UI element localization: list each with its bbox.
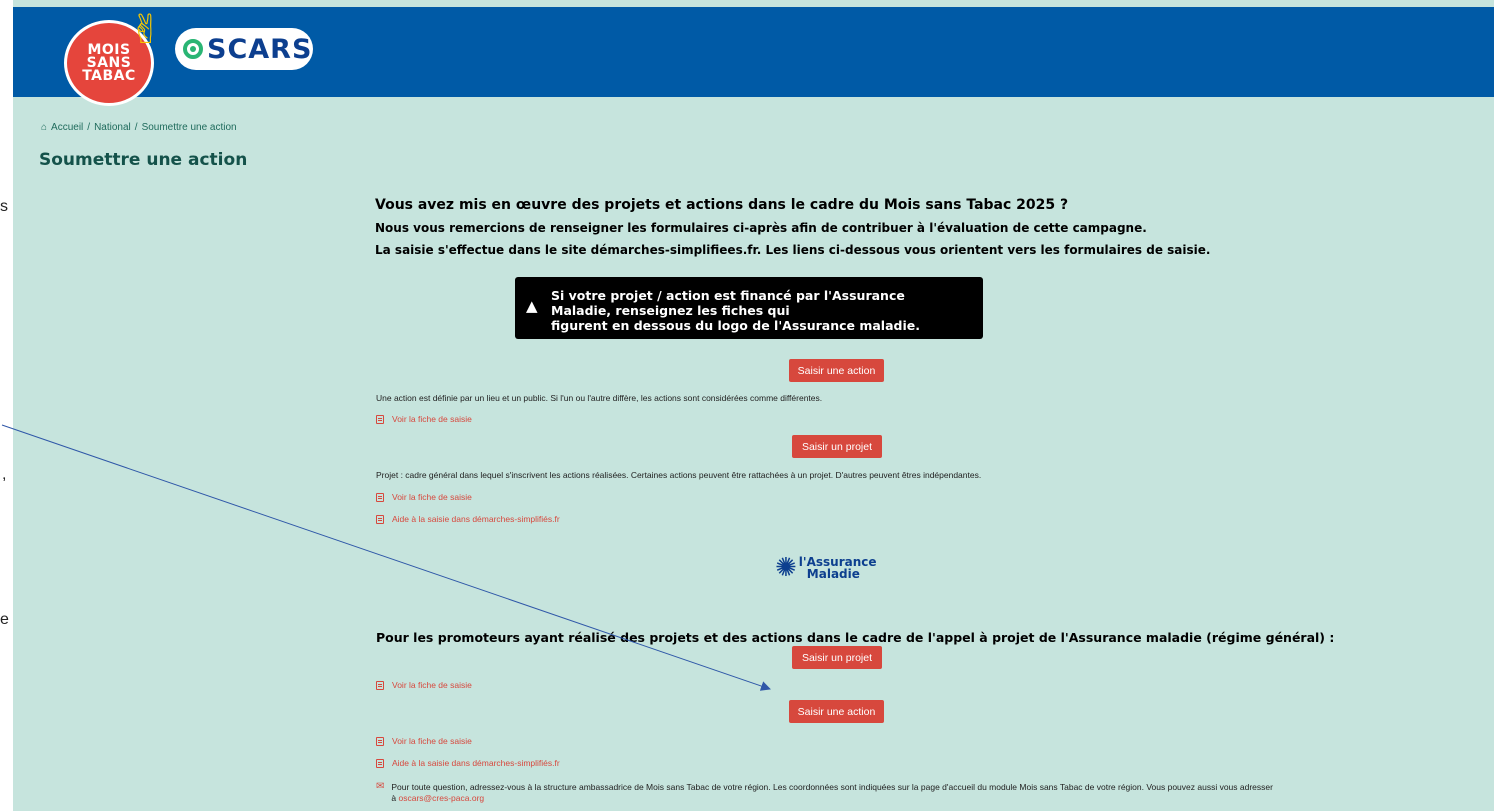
am-help-link-label: Aide à la saisie dans démarches-simplifi… xyxy=(392,758,560,768)
am-help-link[interactable]: Aide à la saisie dans démarches-simplifi… xyxy=(376,758,560,768)
left-edge-strip: s , e xyxy=(0,0,13,811)
assurance-section-heading: Pour les promoteurs ayant réalisé des pr… xyxy=(376,630,1335,645)
action-fiche-link-label: Voir la fiche de saisie xyxy=(392,414,472,424)
help-link-label: Aide à la saisie dans démarches-simplifi… xyxy=(392,514,560,524)
saisir-projet-button[interactable]: Saisir un projet xyxy=(792,435,882,458)
breadcrumb: ⌂ Accueil / National / Soumettre une action xyxy=(41,122,237,133)
warning-line-1: Si votre projet / action est financé par… xyxy=(551,288,905,318)
mail-icon: ✉ xyxy=(376,781,385,792)
assurance-maladie-emblem-icon: ✺ xyxy=(775,553,797,583)
breadcrumb-national[interactable]: National xyxy=(94,122,131,133)
am-project-fiche-link-label: Voir la fiche de saisie xyxy=(392,680,472,690)
oscars-wordmark: SCARS xyxy=(207,33,313,65)
document-icon xyxy=(376,492,384,502)
oscars-logo[interactable]: SCARS xyxy=(175,28,313,70)
logo-text-tabac: TABAC xyxy=(82,67,136,84)
edge-glyph-1: s xyxy=(0,198,8,215)
page-title: Soumettre une action xyxy=(39,150,248,170)
am-action-fiche-link-label: Voir la fiche de saisie xyxy=(392,736,472,746)
action-definition-note: Une action est définie par un lieu et un… xyxy=(376,393,823,403)
help-link[interactable]: Aide à la saisie dans démarches-simplifi… xyxy=(376,514,560,524)
document-icon xyxy=(376,514,384,524)
breadcrumb-separator: / xyxy=(87,122,91,133)
breadcrumb-current: Soumettre une action xyxy=(141,122,237,133)
action-fiche-link[interactable]: Voir la fiche de saisie xyxy=(376,414,472,424)
document-icon xyxy=(376,414,384,424)
project-fiche-link[interactable]: Voir la fiche de saisie xyxy=(376,492,472,502)
financing-warning-box: ▲ Si votre projet / action est financé p… xyxy=(515,277,983,339)
oscars-ring-icon xyxy=(183,39,203,59)
page-content: MOIS SANS TABAC ✌ SCARS ⌂ Accueil / Nationa… xyxy=(13,0,1494,811)
intro-line-2: La saisie s'effectue dans le site démarc… xyxy=(375,243,1211,257)
breadcrumb-separator: / xyxy=(134,122,138,133)
intro-line-1: Nous vous remercions de renseigner les f… xyxy=(375,221,1147,235)
breadcrumb-home[interactable]: Accueil xyxy=(51,122,83,133)
am-line-2: Maladie xyxy=(806,567,860,581)
am-saisir-action-button[interactable]: Saisir une action xyxy=(789,700,884,723)
victory-hand-icon: ✌ xyxy=(129,7,163,53)
assurance-maladie-logo: ✺ l'Assurance Maladie xyxy=(775,555,877,581)
warning-line-2: figurent en dessous du logo de l'Assuran… xyxy=(551,318,920,333)
home-icon[interactable]: ⌂ xyxy=(41,122,47,133)
edge-glyph-3: e xyxy=(0,611,9,628)
intro-question: Vous avez mis en œuvre des projets et ac… xyxy=(375,197,1069,213)
am-project-fiche-link[interactable]: Voir la fiche de saisie xyxy=(376,680,472,690)
project-definition-note: Projet : cadre général dans lequel s'ins… xyxy=(376,470,982,480)
saisir-action-button[interactable]: Saisir une action xyxy=(789,359,884,382)
am-action-fiche-link[interactable]: Voir la fiche de saisie xyxy=(376,736,472,746)
document-icon xyxy=(376,736,384,746)
document-icon xyxy=(376,680,384,690)
document-icon xyxy=(376,758,384,768)
contact-note: ✉ Pour toute question, adressez-vous à l… xyxy=(376,782,1276,804)
edge-glyph-2: , xyxy=(2,466,7,483)
am-saisir-projet-button[interactable]: Saisir un projet xyxy=(792,646,882,669)
contact-email-link[interactable]: oscars@cres-paca.org xyxy=(399,793,485,803)
warning-icon: ▲ xyxy=(526,297,538,315)
contact-text: Pour toute question, adressez-vous à la … xyxy=(391,782,1273,803)
project-fiche-link-label: Voir la fiche de saisie xyxy=(392,492,472,502)
